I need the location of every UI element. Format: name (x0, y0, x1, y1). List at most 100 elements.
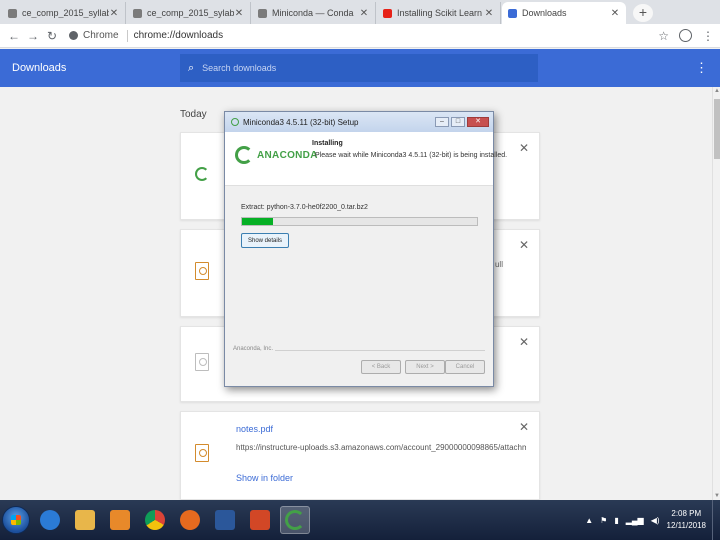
brand-label: Anaconda, Inc. (233, 346, 274, 352)
flag-icon[interactable]: ⚑ (600, 516, 607, 525)
taskbar-media-button[interactable] (105, 506, 135, 534)
battery-icon[interactable]: ▮ (614, 516, 618, 525)
tab-strip: ce_comp_2015_syllabus.pdf ✕ ce_comp_2015… (0, 0, 720, 24)
start-button[interactable] (2, 506, 30, 534)
footer-divider (275, 350, 485, 351)
taskbar-chrome-button[interactable] (140, 506, 170, 534)
scroll-up-arrow-icon[interactable]: ▲ (713, 88, 720, 94)
address-bar[interactable]: Chrome chrome://downloads (69, 27, 650, 45)
scrollbar-thumb[interactable] (714, 99, 720, 159)
page-scrollbar[interactable]: ▲ ▼ (712, 87, 720, 500)
remove-download-icon[interactable]: ✕ (519, 238, 529, 252)
anaconda-logo: ANACONDA (235, 146, 318, 164)
maximize-button[interactable]: □ (451, 117, 465, 127)
downloads-menu-icon[interactable]: ⋮ (695, 60, 708, 76)
back-button[interactable]: < Back (361, 360, 401, 374)
chrome-icon (145, 510, 165, 530)
minimize-button[interactable]: – (435, 117, 449, 127)
network-signal-icon[interactable]: ▂▄▆ (626, 516, 644, 525)
system-clock[interactable]: 2:08 PM 12/11/2018 (667, 508, 706, 532)
browser-toolbar: ← → ↻ Chrome chrome://downloads ☆ ⋮ (0, 24, 720, 48)
address-separator (126, 29, 128, 42)
download-item: notes.pdf https://instructure-uploads.s3… (180, 411, 540, 500)
cancel-button[interactable]: Cancel (445, 360, 485, 374)
page-favicon-icon (133, 8, 142, 18)
download-source-url[interactable]: https://instructure-uploads.s3.amazonaws… (236, 443, 526, 452)
taskbar-powerpoint-button[interactable] (245, 506, 275, 534)
show-details-button[interactable]: Show details (241, 233, 289, 248)
media-player-icon (110, 510, 130, 530)
taskbar-firefox-button[interactable] (175, 506, 205, 534)
new-tab-button[interactable]: + (633, 4, 653, 22)
star-icon[interactable]: ☆ (658, 29, 669, 43)
pdf-file-icon (195, 353, 209, 371)
download-icon (508, 8, 517, 18)
search-placeholder: Search downloads (202, 63, 277, 73)
remove-download-icon[interactable]: ✕ (519, 335, 529, 349)
pdf-file-icon (195, 262, 209, 280)
anaconda-wordmark: ANACONDA (257, 149, 318, 161)
powerpoint-icon (250, 510, 270, 530)
profile-avatar-icon[interactable] (679, 29, 692, 42)
tab-miniconda[interactable]: Miniconda — Conda ✕ (252, 2, 376, 24)
show-desktop-button[interactable] (712, 500, 720, 540)
tab-youtube[interactable]: Installing Scikit Learn in the Env ✕ (377, 2, 501, 24)
scroll-down-arrow-icon[interactable]: ▼ (713, 493, 720, 499)
taskbar-explorer-button[interactable] (70, 506, 100, 534)
progress-fill (242, 218, 273, 225)
close-tab-icon[interactable]: ✕ (359, 8, 369, 19)
installer-dialog: Miniconda3 4.5.11 (32-bit) Setup – □ ✕ A… (224, 111, 507, 387)
tab-downloads[interactable]: Downloads ✕ (502, 2, 626, 24)
download-filename-link[interactable]: notes.pdf (236, 424, 273, 434)
install-subheading: Please wait while Miniconda3 4.5.11 (32-… (315, 152, 508, 159)
anaconda-file-icon (195, 167, 209, 181)
remove-download-icon[interactable]: ✕ (519, 141, 529, 155)
close-tab-icon[interactable]: ✕ (610, 8, 620, 19)
page-favicon-icon (8, 8, 17, 18)
page-favicon-icon (258, 8, 267, 18)
remove-download-icon[interactable]: ✕ (519, 420, 529, 434)
search-icon: ⌕ (188, 61, 195, 74)
dialog-titlebar[interactable]: Miniconda3 4.5.11 (32-bit) Setup – □ ✕ (225, 112, 493, 132)
install-progress-bar (241, 217, 478, 226)
anaconda-icon (285, 510, 305, 530)
dialog-body: Extract: python-3.7.0-he0f2200_0.tar.bz2… (225, 186, 493, 366)
anaconda-ring-icon (235, 146, 253, 164)
address-origin: Chrome (83, 30, 119, 41)
dialog-title: Miniconda3 4.5.11 (32-bit) Setup (243, 117, 359, 127)
tab-title: Installing Scikit Learn in the Env (397, 8, 484, 18)
tray-up-arrow-icon[interactable]: ▲ (585, 516, 593, 525)
close-button[interactable]: ✕ (467, 117, 489, 127)
dialog-footer: Anaconda, Inc. < Back Next > Cancel (225, 342, 493, 386)
page-title: Downloads (12, 62, 67, 74)
windows-taskbar: ▲ ⚑ ▮ ▂▄▆ ◀) 2:08 PM 12/11/2018 (0, 500, 720, 540)
more-menu-icon[interactable]: ⋮ (702, 29, 714, 43)
dialog-header-panel: ANACONDA Installing Please wait while Mi… (225, 132, 507, 186)
anaconda-icon (231, 118, 239, 126)
file-explorer-icon (75, 510, 95, 530)
next-button[interactable]: Next > (405, 360, 445, 374)
tab-syllabus-1[interactable]: ce_comp_2015_syllabus.pdf ✕ (2, 2, 126, 24)
close-tab-icon[interactable]: ✕ (234, 8, 244, 19)
taskbar-word-button[interactable] (210, 506, 240, 534)
pdf-file-icon (195, 444, 209, 462)
firefox-icon (180, 510, 200, 530)
volume-icon[interactable]: ◀) (651, 516, 660, 525)
address-url: chrome://downloads (133, 30, 224, 41)
show-in-folder-link[interactable]: Show in folder (236, 473, 293, 483)
forward-arrow-icon[interactable]: → (25, 29, 41, 43)
downloads-header: Downloads ⌕ Search downloads ⋮ (0, 49, 720, 87)
close-tab-icon[interactable]: ✕ (484, 8, 494, 19)
internet-explorer-icon (40, 510, 60, 530)
reload-icon[interactable]: ↻ (44, 29, 60, 43)
extract-status: Extract: python-3.7.0-he0f2200_0.tar.bz2 (241, 204, 368, 211)
tab-title: Miniconda — Conda (272, 8, 354, 18)
taskbar-ie-button[interactable] (35, 506, 65, 534)
close-tab-icon[interactable]: ✕ (109, 8, 119, 19)
download-url-fragment: ull (494, 260, 503, 269)
chrome-page-icon (69, 31, 78, 40)
taskbar-anaconda-button[interactable] (280, 506, 310, 534)
search-downloads-input[interactable]: ⌕ Search downloads (180, 54, 538, 82)
tab-syllabus-2[interactable]: ce_comp_2015_sylabus.pdf ✕ (127, 2, 251, 24)
back-arrow-icon[interactable]: ← (6, 29, 22, 43)
